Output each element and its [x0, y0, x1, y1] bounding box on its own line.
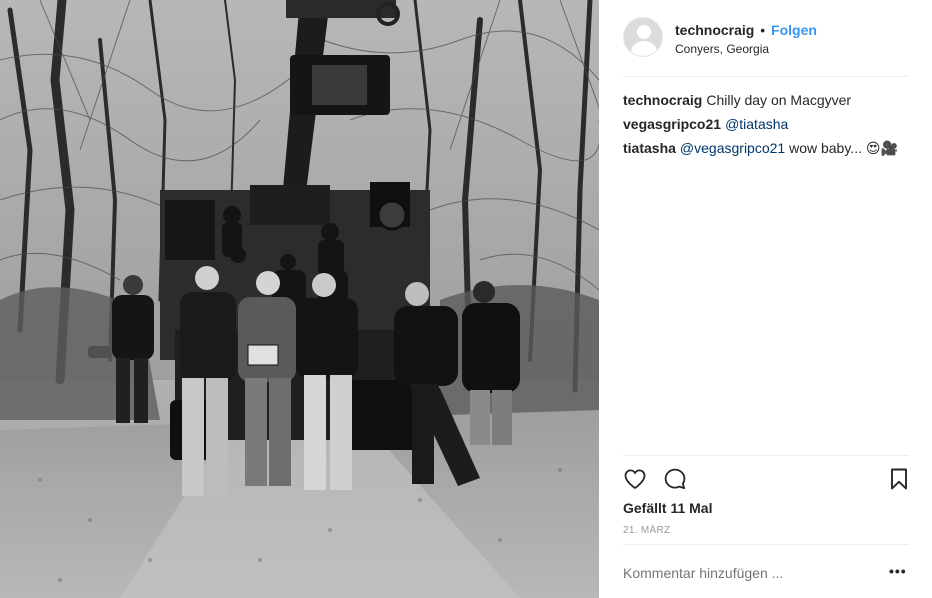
avatar[interactable]: [623, 17, 663, 57]
more-options-button[interactable]: •••: [889, 563, 911, 581]
comment-mention-link[interactable]: @tiatasha: [725, 116, 788, 132]
comment-item: tiatasha @vegasgripco21 wow baby... 😍🎥: [623, 139, 913, 157]
post-actions: [623, 467, 913, 491]
actions-divider: [623, 455, 909, 456]
username-link[interactable]: technocraig: [675, 22, 754, 38]
location-link[interactable]: Conyers, Georgia: [675, 42, 769, 56]
header-divider: [623, 76, 909, 77]
post-date[interactable]: 21. MÄRZ: [623, 525, 670, 536]
heart-outline-icon[interactable]: [623, 467, 647, 491]
comments-list: technocraig Chilly day on Macgyver vegasg…: [623, 91, 913, 163]
comment-author-link[interactable]: technocraig: [623, 92, 702, 108]
separator-dot: •: [760, 22, 766, 38]
post-photo[interactable]: [0, 0, 599, 598]
comment-mention-link[interactable]: @vegasgripco21: [680, 140, 785, 156]
post-photo-image: [0, 0, 599, 598]
comment-author-link[interactable]: tiatasha: [623, 140, 676, 156]
post-header: technocraig • Folgen Conyers, Georgia: [623, 17, 909, 61]
follow-button[interactable]: Folgen: [771, 22, 817, 38]
post-side-panel: technocraig • Folgen Conyers, Georgia te…: [599, 0, 932, 598]
comment-item: vegasgripco21 @tiatasha: [623, 115, 913, 133]
speech-bubble-icon[interactable]: [663, 467, 687, 491]
bookmark-outline-icon[interactable]: [887, 467, 911, 491]
comment-box-divider: [623, 544, 909, 545]
comment-item: technocraig Chilly day on Macgyver: [623, 91, 913, 109]
likes-count[interactable]: Gefällt 11 Mal: [623, 500, 712, 516]
add-comment-input[interactable]: [623, 565, 853, 581]
avatar-placeholder-body: [631, 41, 657, 56]
comment-text: wow baby... 😍🎥: [785, 140, 898, 156]
user-line: technocraig • Folgen: [675, 22, 817, 38]
comment-text: Chilly day on Macgyver: [706, 92, 852, 108]
comment-author-link[interactable]: vegasgripco21: [623, 116, 721, 132]
avatar-placeholder-head: [637, 25, 651, 39]
